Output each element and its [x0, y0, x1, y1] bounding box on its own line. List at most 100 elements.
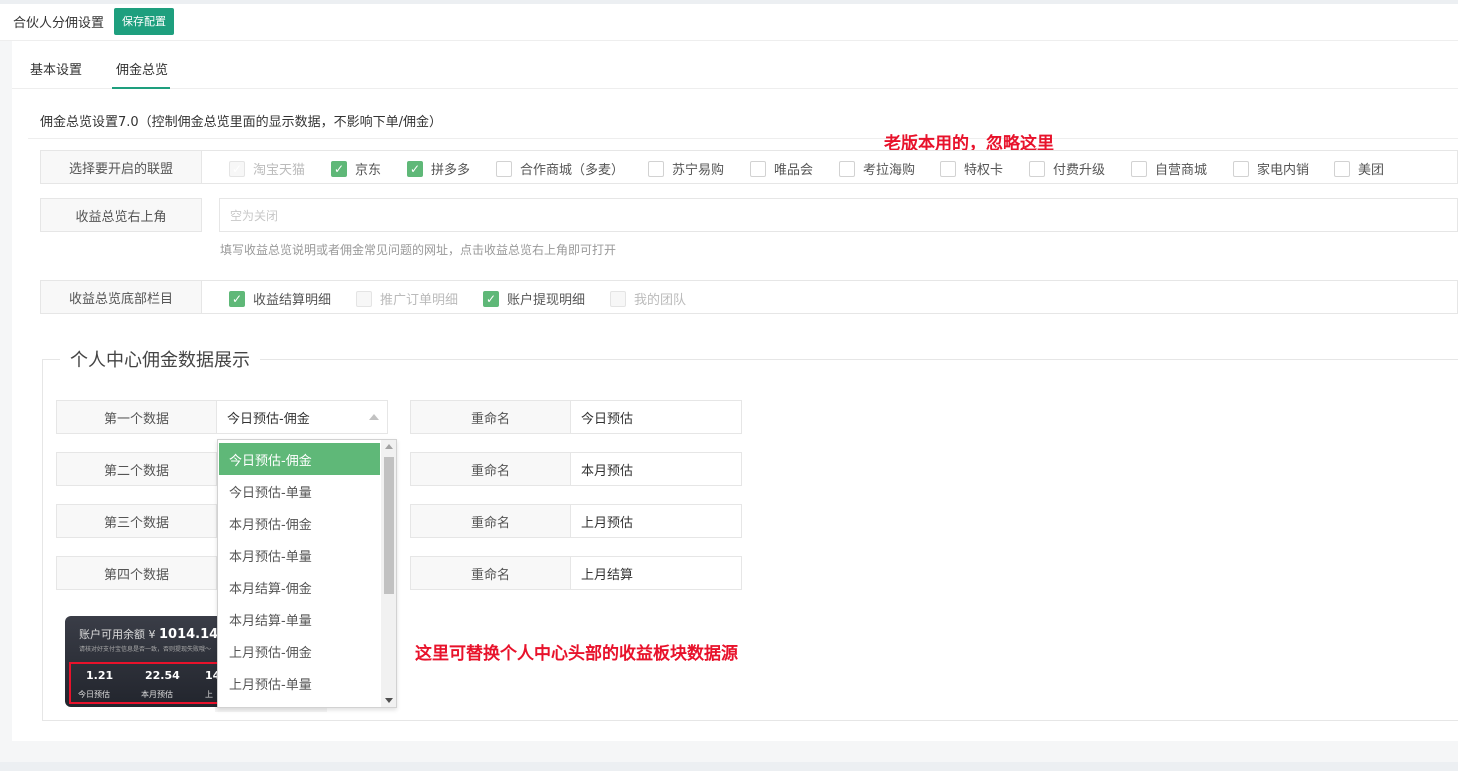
data-1-selected-value: 今日预估-佣金: [227, 411, 310, 427]
tab-basic-settings[interactable]: 基本设置: [30, 59, 82, 78]
alliance-option-label: 考拉海购: [863, 163, 916, 178]
bottom-bar-option-checkbox[interactable]: ✓ 收益结算明细: [229, 289, 331, 308]
dropdown-option[interactable]: 本月结算-单量: [219, 603, 380, 635]
checkbox-box: [648, 160, 664, 177]
preview-stat-label: 上: [205, 690, 213, 699]
save-config-button[interactable]: 保存配置: [114, 8, 174, 35]
alliance-label: 选择要开启的联盟: [40, 150, 202, 184]
preview-image: 账户可用余额 ¥ 1014.14 请核对好支付宝信息是否一致，否则提现失败哦～ …: [65, 616, 225, 707]
alliance-option-label: 家电内销: [1257, 163, 1310, 178]
annotation-replace-source: 这里可替换个人中心头部的收益板块数据源: [415, 644, 738, 664]
rename-2-label: 重命名: [410, 452, 571, 486]
divider: [28, 138, 1458, 139]
alliance-option-label: 特权卡: [964, 163, 1004, 178]
checkbox-box: [610, 290, 626, 307]
checkmark-icon: ✓: [407, 160, 423, 177]
preview-stat-label: 本月预估: [141, 690, 173, 699]
checkmark-icon: ✓: [483, 290, 499, 307]
alliance-option-label: 合作商城（多麦）: [520, 163, 625, 178]
preview-balance: 账户可用余额 ¥ 1014.14: [79, 626, 218, 642]
corner-help-text: 填写收益总览说明或者佣金常见问题的网址，点击收益总览右上角即可打开: [220, 243, 617, 257]
rename-3-label: 重命名: [410, 504, 571, 538]
data-4-label: 第四个数据: [56, 556, 217, 590]
alliance-option-label: 拼多多: [431, 163, 471, 178]
rename-3-input[interactable]: 上月预估: [571, 504, 742, 538]
corner-label: 收益总览右上角: [40, 198, 202, 232]
bottom-bar-option-label: 我的团队: [634, 293, 687, 308]
preview-stat-label: 今日预估: [78, 690, 110, 699]
checkbox-box: [496, 160, 512, 177]
alliance-option-checkbox[interactable]: 考拉海购: [839, 159, 915, 178]
checkmark-icon: ✓: [331, 160, 347, 177]
checkbox-box: [940, 160, 956, 177]
rename-2-input[interactable]: 本月预估: [571, 452, 742, 486]
checkbox-box: [750, 160, 766, 177]
checkbox-box: [839, 160, 855, 177]
checkbox-box: [1334, 160, 1350, 177]
section-notice: 佣金总览设置7.0（控制佣金总览里面的显示数据，不影响下单/佣金）: [40, 115, 443, 130]
alliance-option-label: 唯品会: [774, 163, 814, 178]
bottom-bar-label: 收益总览底部栏目: [40, 280, 202, 314]
active-tab-indicator: [112, 87, 170, 89]
alliance-option-label: 京东: [355, 163, 382, 178]
bottom-bar-option-checkbox[interactable]: ✓ 账户提现明细: [483, 289, 585, 308]
preview-stat-value: 22.54: [145, 669, 180, 682]
alliance-option-label: 苏宁易购: [672, 163, 725, 178]
scroll-up-arrow-icon[interactable]: [385, 444, 393, 449]
alliance-option-label: 美团: [1358, 163, 1385, 178]
page-title: 合伙人分佣设置: [13, 16, 105, 31]
alliance-option-label: 自营商城: [1155, 163, 1208, 178]
bottom-bar-option-label: 推广订单明细: [380, 293, 459, 308]
scrollbar-thumb[interactable]: [384, 457, 394, 594]
rename-4-label: 重命名: [410, 556, 571, 590]
alliance-option-label: 付费升级: [1053, 163, 1106, 178]
alliance-option-checkbox[interactable]: ✓ 京东: [331, 159, 381, 178]
preview-tip: 请核对好支付宝信息是否一致，否则提现失败哦～: [79, 646, 212, 653]
dropdown-scrollbar[interactable]: [381, 440, 396, 707]
data-1-label: 第一个数据: [56, 400, 217, 434]
alliance-option-checkbox[interactable]: 苏宁易购: [648, 159, 724, 178]
alliance-option-checkbox[interactable]: 家电内销: [1233, 159, 1309, 178]
alliance-option-label: 淘宝天猫: [253, 163, 306, 178]
alliance-option-checkbox[interactable]: 付费升级: [1029, 159, 1105, 178]
preview-stat-value: 1.21: [86, 669, 114, 682]
alliance-option-checkbox[interactable]: 唯品会: [750, 159, 813, 178]
alliance-option-checkbox[interactable]: ✓ 拼多多: [407, 159, 470, 178]
alliance-option-checkbox[interactable]: 美团: [1334, 159, 1384, 178]
bottom-bar-option-label: 账户提现明细: [507, 293, 586, 308]
data-1-dropdown[interactable]: 今日预估-佣金 今日预估-单量 本月预估-佣金 本月预估-单量 本月结算-佣金 本月结算-…: [217, 439, 397, 708]
checkbox-box: [1233, 160, 1249, 177]
checkbox-box: [1131, 160, 1147, 177]
caret-up-icon: [369, 414, 379, 420]
dropdown-option[interactable]: 上月预估-单量: [219, 667, 380, 699]
page-header: 合伙人分佣设置 保存配置: [0, 4, 1458, 41]
bottom-bar-option-label: 收益结算明细: [253, 293, 332, 308]
dropdown-option[interactable]: 本月预估-佣金: [219, 507, 380, 539]
dropdown-option[interactable]: 上月预估-佣金: [219, 635, 380, 667]
bottom-bar-option-checkbox: 推广订单明细: [356, 289, 458, 308]
bottom-strip: [0, 762, 1458, 771]
alliance-option-checkbox[interactable]: 特权卡: [940, 159, 1003, 178]
scroll-down-arrow-icon[interactable]: [385, 698, 393, 703]
dropdown-option[interactable]: 本月预估-单量: [219, 539, 380, 571]
personal-center-legend: 个人中心佣金数据展示: [60, 346, 260, 372]
tab-bar: 基本设置 佣金总览: [12, 41, 1458, 89]
alliance-option-checkbox: ✓ 淘宝天猫: [229, 159, 305, 178]
alliance-option-checkbox[interactable]: 自营商城: [1131, 159, 1207, 178]
preview-balance-value: 1014.14: [159, 627, 219, 642]
data-1-select[interactable]: 今日预估-佣金: [217, 400, 388, 434]
alliance-option-checkbox[interactable]: 合作商城（多麦）: [496, 159, 624, 178]
data-3-label: 第三个数据: [56, 504, 217, 538]
dropdown-option[interactable]: 今日预估-佣金: [219, 443, 380, 475]
rename-1-input[interactable]: 今日预估: [571, 400, 742, 434]
preview-balance-label: 账户可用余额 ¥: [79, 628, 156, 641]
bottom-bar-option-checkbox: 我的团队: [610, 289, 686, 308]
corner-url-input[interactable]: 空为关闭: [219, 198, 1458, 232]
checkbox-box: [1029, 160, 1045, 177]
dropdown-option[interactable]: 今日预估-单量: [219, 475, 380, 507]
rename-1-label: 重命名: [410, 400, 571, 434]
tab-commission-overview[interactable]: 佣金总览: [116, 59, 168, 78]
rename-4-input[interactable]: 上月结算: [571, 556, 742, 590]
dropdown-option[interactable]: 本月结算-佣金: [219, 571, 380, 603]
checkmark-icon: ✓: [229, 290, 245, 307]
